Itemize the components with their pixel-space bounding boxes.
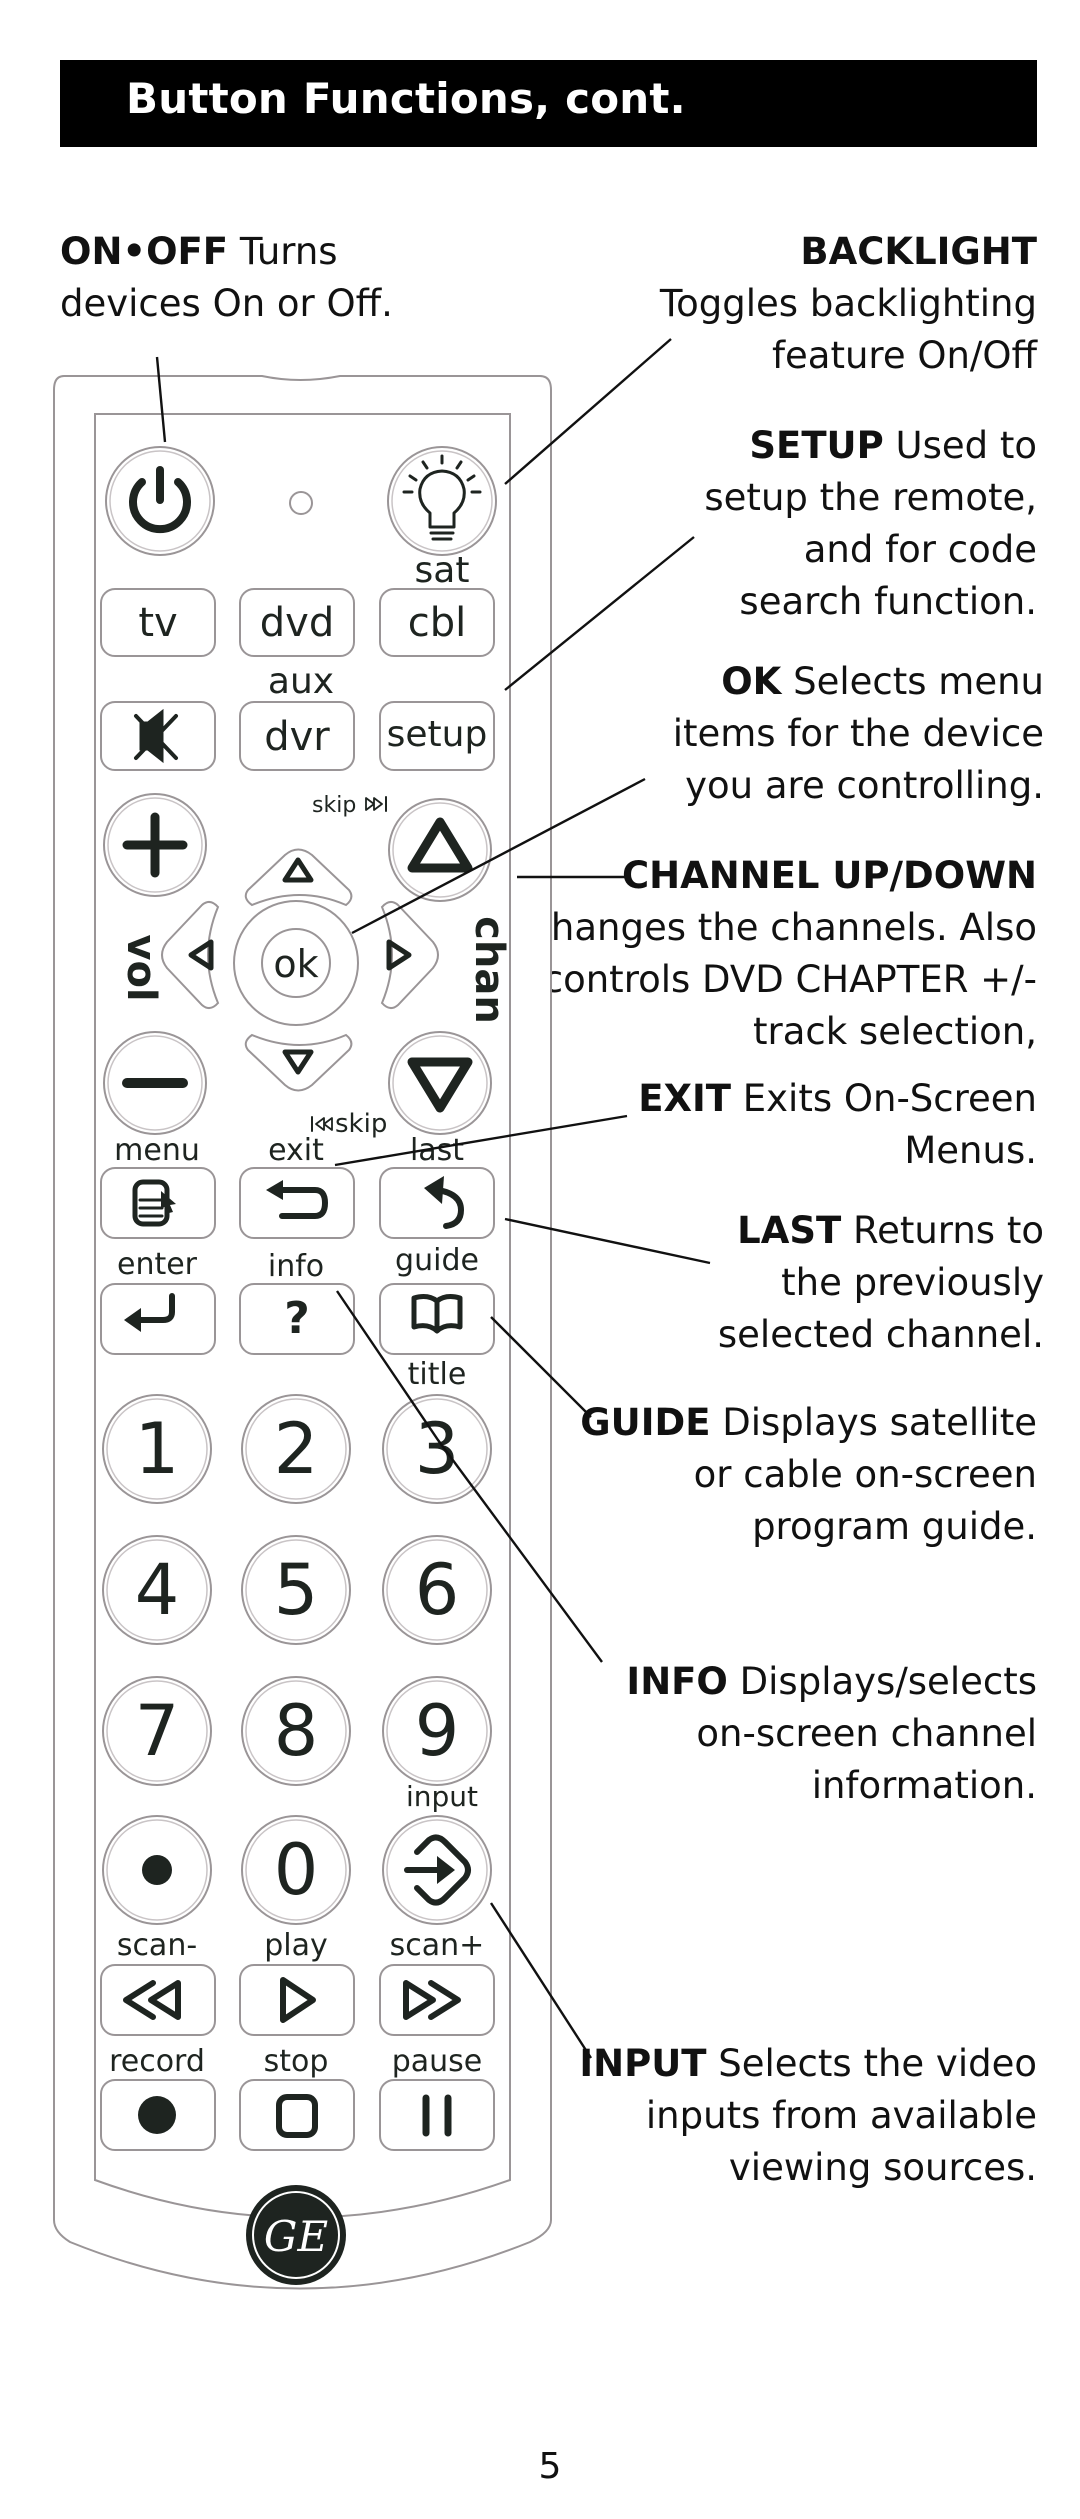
digit-dot-button[interactable] bbox=[102, 1815, 212, 1925]
svg-text:setup: setup bbox=[387, 714, 488, 755]
svg-text:GE: GE bbox=[264, 2212, 328, 2261]
label-guide: guide bbox=[395, 1243, 479, 1278]
digit-label: 2 bbox=[274, 1408, 319, 1490]
digit-three-button[interactable]: 3 bbox=[382, 1394, 492, 1504]
digit-zero-button[interactable]: 0 bbox=[241, 1815, 351, 1925]
cbl-button[interactable]: cbl bbox=[379, 588, 495, 657]
input-button[interactable] bbox=[382, 1815, 492, 1925]
enter-button[interactable] bbox=[100, 1283, 216, 1355]
digit-label: 6 bbox=[415, 1549, 460, 1631]
tv-button[interactable]: tv bbox=[100, 588, 216, 657]
dot-icon bbox=[142, 1855, 172, 1885]
digit-label: 5 bbox=[274, 1549, 319, 1631]
setup-button[interactable]: setup bbox=[379, 701, 495, 771]
play-button[interactable] bbox=[239, 1964, 355, 2036]
digit-one-button[interactable]: 1 bbox=[102, 1394, 212, 1504]
digit-label: 7 bbox=[135, 1690, 180, 1772]
digit-label: 9 bbox=[415, 1690, 460, 1772]
digit-six-button[interactable]: 6 bbox=[382, 1535, 492, 1645]
mute-button[interactable] bbox=[100, 701, 216, 771]
label-record: record bbox=[109, 2044, 205, 2079]
info-button[interactable]: ? bbox=[239, 1283, 355, 1355]
label-info: info bbox=[268, 1249, 324, 1284]
exit-button[interactable] bbox=[239, 1167, 355, 1239]
page-number: 5 bbox=[538, 2446, 562, 2487]
dvd-button[interactable]: dvd bbox=[239, 588, 355, 657]
label-menu: menu bbox=[114, 1133, 200, 1168]
digit-eight-button[interactable]: 8 bbox=[241, 1676, 351, 1786]
label-pause: pause bbox=[392, 2044, 483, 2079]
volume-down-button[interactable] bbox=[103, 1031, 207, 1135]
last-button[interactable] bbox=[379, 1167, 495, 1239]
power-button[interactable] bbox=[105, 446, 215, 556]
digit-label: 3 bbox=[415, 1408, 460, 1490]
dvr-button[interactable]: dvr bbox=[239, 701, 355, 771]
label-scan-minus: scan- bbox=[117, 1928, 197, 1963]
svg-text:ok: ok bbox=[273, 942, 318, 986]
digit-four-button[interactable]: 4 bbox=[102, 1535, 212, 1645]
label-play: play bbox=[264, 1928, 328, 1963]
label-chan: chan bbox=[466, 916, 512, 1024]
record-icon bbox=[138, 2096, 176, 2134]
menu-button[interactable] bbox=[100, 1167, 216, 1239]
svg-text:skip: skip bbox=[312, 793, 356, 818]
ge-logo: GE bbox=[246, 2185, 346, 2285]
ok-button[interactable]: ok bbox=[233, 900, 359, 1026]
digit-label: 8 bbox=[274, 1690, 319, 1772]
svg-text:dvr: dvr bbox=[264, 714, 330, 760]
svg-text:skip: skip bbox=[335, 1109, 387, 1139]
label-enter: enter bbox=[117, 1247, 198, 1282]
stop-button[interactable] bbox=[239, 2079, 355, 2151]
remote-illustration: .outline { fill:#fff; stroke:#9a9597; st… bbox=[53, 338, 711, 2290]
pause-button[interactable] bbox=[379, 2079, 495, 2151]
label-stop: stop bbox=[264, 2044, 329, 2079]
guide-button[interactable] bbox=[379, 1283, 495, 1355]
indicator-led bbox=[289, 491, 313, 515]
digit-two-button[interactable]: 2 bbox=[241, 1394, 351, 1504]
label-title: title bbox=[408, 1357, 467, 1392]
digit-label: 0 bbox=[274, 1829, 319, 1911]
digit-five-button[interactable]: 5 bbox=[241, 1535, 351, 1645]
digit-seven-button[interactable]: 7 bbox=[102, 1676, 212, 1786]
label-aux: aux bbox=[268, 661, 334, 702]
svg-text:tv: tv bbox=[138, 600, 177, 646]
label-scan-plus: scan+ bbox=[390, 1928, 485, 1963]
label-vol: vol bbox=[118, 934, 164, 1001]
question-icon: ? bbox=[284, 1293, 310, 1344]
label-exit: exit bbox=[268, 1133, 324, 1168]
digit-label: 1 bbox=[135, 1408, 180, 1490]
svg-text:dvd: dvd bbox=[260, 600, 334, 646]
channel-down-button[interactable] bbox=[388, 1031, 492, 1135]
digit-nine-button[interactable]: 9 bbox=[382, 1676, 492, 1786]
label-sat: sat bbox=[415, 550, 470, 591]
volume-up-button[interactable] bbox=[103, 793, 207, 897]
backlight-button[interactable] bbox=[387, 446, 497, 556]
label-input: input bbox=[406, 1780, 478, 1813]
digit-label: 4 bbox=[135, 1549, 180, 1631]
record-button[interactable] bbox=[100, 2079, 216, 2151]
svg-text:cbl: cbl bbox=[408, 600, 467, 646]
rewind-button[interactable] bbox=[100, 1964, 216, 2036]
fast-forward-button[interactable] bbox=[379, 1964, 495, 2036]
